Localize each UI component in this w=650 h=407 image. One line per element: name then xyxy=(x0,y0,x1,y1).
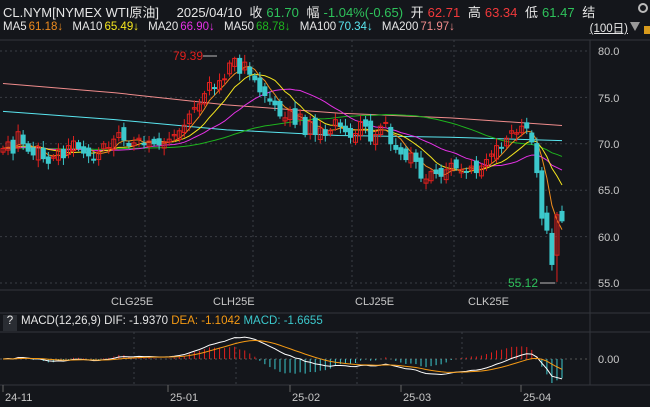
candle-down xyxy=(463,170,469,173)
candle-down xyxy=(312,117,318,136)
candle-down xyxy=(534,143,540,174)
candle-down xyxy=(363,119,369,127)
contract-label: CLK25E xyxy=(468,296,509,308)
price-tick: 65.0 xyxy=(598,185,619,197)
date-tick: 25-03 xyxy=(403,392,431,404)
contract-label: CLJ25E xyxy=(355,296,394,308)
candle-down xyxy=(76,142,82,149)
candle-down xyxy=(438,167,444,177)
candle-down xyxy=(30,147,36,156)
candle-down xyxy=(257,77,263,93)
macd-header: ? MACD(12,26,9) DIF: -1.9370 DEA: -1.1042… xyxy=(3,315,323,331)
candle-down xyxy=(262,86,268,97)
candle-down xyxy=(539,170,545,219)
candle-down xyxy=(499,146,505,149)
candle-down xyxy=(25,143,31,152)
candle-down xyxy=(212,87,218,90)
candle-down xyxy=(418,157,424,179)
candle-down xyxy=(368,120,374,142)
candle-down xyxy=(322,129,328,136)
contract-labels: CLG25E CLH25E CLJ25E CLK25E xyxy=(111,296,509,308)
candle-down xyxy=(413,152,419,162)
candle-down xyxy=(237,57,243,74)
high-annotation: 79.39 xyxy=(173,49,203,63)
price-axis: 80.0 75.0 70.0 65.0 60.0 55.0 xyxy=(598,46,619,290)
candle-down xyxy=(292,108,298,125)
candle-down xyxy=(453,159,459,169)
candle-down xyxy=(10,139,16,154)
candle-down xyxy=(524,122,530,129)
candle-down xyxy=(20,134,26,145)
candle-down xyxy=(473,160,479,174)
date-tick: 25-04 xyxy=(523,392,551,404)
low-annotation: 55.12 xyxy=(508,276,538,290)
dea-value: DEA: -1.1042 xyxy=(171,315,241,327)
contract-label: CLH25E xyxy=(213,296,255,308)
dea-line xyxy=(2,339,563,373)
dif-value: DIF: -1.9370 xyxy=(104,315,169,327)
candle-down xyxy=(156,138,162,146)
candle-down xyxy=(544,212,550,231)
candle-down xyxy=(342,125,348,133)
candle-down xyxy=(433,169,439,174)
candle-down xyxy=(393,144,399,150)
help-button[interactable]: ? xyxy=(3,315,17,331)
candle-down xyxy=(91,158,97,161)
candle-down xyxy=(121,127,127,141)
dif-line xyxy=(2,336,563,380)
candle-down xyxy=(45,156,51,164)
candle-down xyxy=(277,100,283,117)
candle-up xyxy=(222,78,228,81)
candle-down xyxy=(252,75,258,81)
macd-zero-label: 0.00 xyxy=(598,354,619,366)
date-tick: 24-11 xyxy=(5,392,32,404)
candle-down xyxy=(86,147,92,157)
candle-down xyxy=(126,142,132,147)
chart-canvas[interactable]: 80.0 75.0 70.0 65.0 60.0 55.0 79.39 55.1… xyxy=(0,0,650,407)
candle-down xyxy=(267,98,273,102)
candle-down xyxy=(403,148,409,161)
candle-down xyxy=(60,148,66,159)
ma20-line xyxy=(2,88,563,171)
ma100-line xyxy=(2,110,563,142)
candle-down xyxy=(398,147,404,155)
candle-down xyxy=(549,232,555,265)
candle-down xyxy=(40,147,46,160)
date-axis: 24-11 25-01 25-02 25-03 25-04 xyxy=(5,392,551,404)
candle-down xyxy=(247,66,253,75)
candle-down xyxy=(81,146,87,154)
price-tick: 60.0 xyxy=(598,232,619,244)
macd-title: MACD(12,26,9) xyxy=(21,315,101,327)
candle-down xyxy=(529,132,535,143)
date-tick: 25-01 xyxy=(170,392,198,404)
candle-down xyxy=(302,116,308,136)
candle-up xyxy=(383,121,389,124)
candle-down xyxy=(151,138,157,145)
contract-label: CLG25E xyxy=(111,296,153,308)
price-tick: 55.0 xyxy=(598,278,619,290)
candle-down xyxy=(141,142,147,146)
macd-chart xyxy=(2,336,563,383)
candle-down xyxy=(272,100,278,106)
grid xyxy=(0,39,650,392)
candle-down xyxy=(347,127,353,138)
price-tick: 75.0 xyxy=(598,93,619,105)
date-tick: 25-02 xyxy=(292,392,320,404)
candle-down xyxy=(559,210,565,222)
candle-down xyxy=(388,126,394,145)
macd-value: MACD: -1.6655 xyxy=(243,315,323,327)
price-tick: 80.0 xyxy=(598,46,619,58)
candle-down xyxy=(337,122,343,127)
price-tick: 70.0 xyxy=(598,139,619,151)
